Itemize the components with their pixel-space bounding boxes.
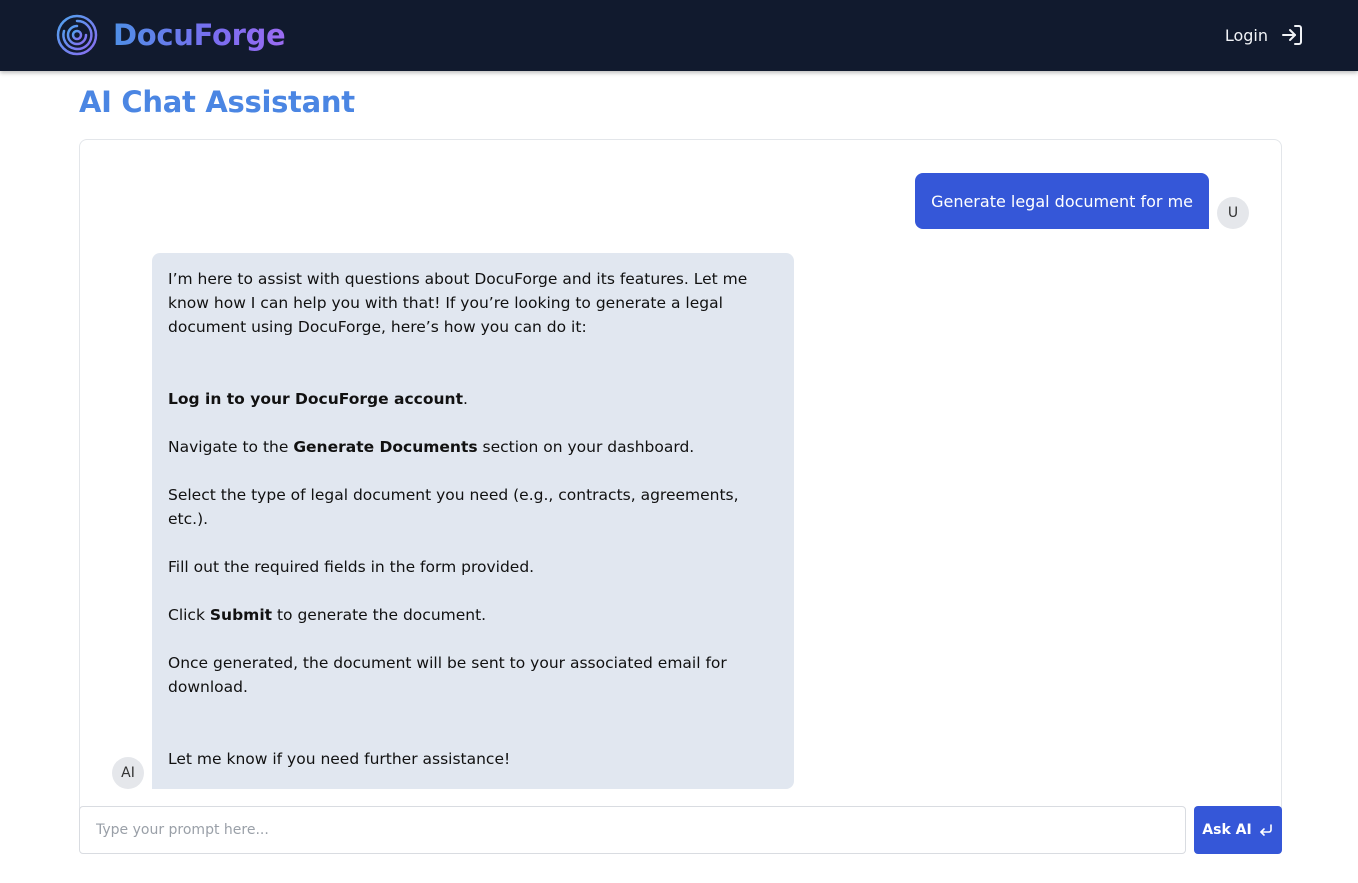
ask-ai-label: Ask AI (1202, 822, 1252, 838)
login-label: Login (1224, 25, 1268, 45)
user-message-bubble: Generate legal document for me (915, 173, 1209, 229)
ai-step-navigate-bold: Generate Documents (293, 438, 478, 456)
prompt-input[interactable] (79, 806, 1186, 854)
ai-step-login-bold: Log in to your DocuForge account (168, 390, 463, 408)
ai-step-email: Once generated, the document will be sen… (168, 654, 727, 696)
ai-step-login: Log in to your DocuForge account. (168, 387, 778, 411)
login-link[interactable]: Login (1225, 22, 1304, 48)
ai-step-navigate-post: section on your dashboard. (477, 438, 695, 456)
ai-outro-text: Let me know if you need further assistan… (168, 750, 511, 768)
ai-step-submit-bold: Submit (209, 606, 273, 624)
ai-step-submit-post: to generate the document. (272, 606, 487, 624)
ai-step-select: Select the type of legal document you ne… (168, 486, 739, 528)
user-avatar: U (1217, 197, 1249, 229)
ai-step-login-tail: . (463, 390, 468, 408)
ai-intro-text: I’m here to assist with questions about … (168, 270, 748, 336)
ai-step-submit: Click Submit to generate the document. (168, 603, 778, 627)
ai-step-submit-pre: Click (168, 606, 210, 624)
ai-step-navigate: Navigate to the Generate Documents secti… (168, 435, 778, 459)
top-navbar: DocuForge Login (0, 0, 1358, 71)
sign-in-arrow-icon (1282, 25, 1302, 45)
chat-panel: Generate legal document for me U I’m her… (79, 139, 1282, 839)
enter-return-icon (1259, 824, 1272, 836)
brand-home-link[interactable]: DocuForge (56, 14, 286, 56)
ai-step-fill: Fill out the required fields in the form… (168, 558, 535, 576)
ai-message-bubble: I’m here to assist with questions about … (152, 253, 794, 789)
page-title: AI Chat Assistant (79, 85, 355, 119)
ai-step-navigate-pre: Navigate to the (168, 438, 294, 456)
ask-ai-button[interactable]: Ask AI (1194, 806, 1282, 854)
ai-avatar: AI (112, 757, 144, 789)
concentric-circles-logo-icon (56, 14, 98, 56)
brand-name: DocuForge (113, 18, 286, 52)
prompt-form: Ask AI (79, 806, 1282, 854)
